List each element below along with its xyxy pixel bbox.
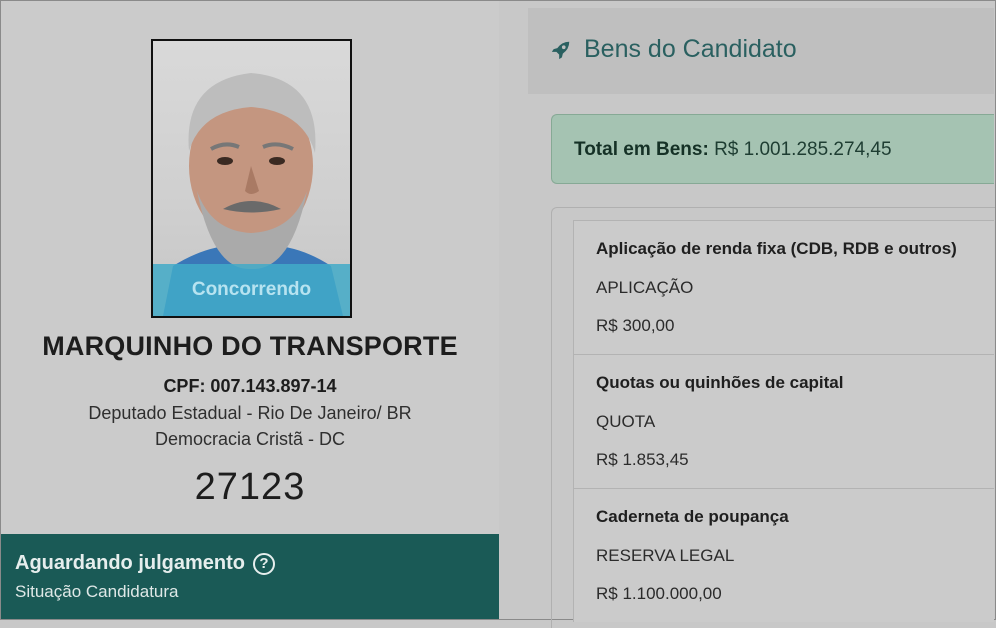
total-assets-value: R$ 1.001.285.274,45	[714, 139, 892, 160]
asset-item: Quotas ou quinhões de capital QUOTA R$ 1…	[573, 354, 994, 488]
asset-value: R$ 1.853,45	[596, 450, 689, 469]
candidate-photo: Concorrendo	[151, 39, 352, 318]
asset-type: Caderneta de poupança	[596, 507, 789, 526]
asset-description: QUOTA	[596, 412, 656, 431]
assets-header: Bens do Candidato	[528, 8, 994, 94]
asset-description: APLICAÇÃO	[596, 278, 694, 297]
situation-label: Situação Candidatura	[15, 582, 179, 601]
candidate-party: Democracia Cristã - DC	[154, 429, 346, 449]
candidacy-situation-box: Aguardando julgamento ? Situação Candida…	[1, 534, 499, 619]
asset-type: Aplicação de renda fixa (CDB, RDB e outr…	[596, 239, 957, 258]
situation-status: Aguardando julgamento ?	[15, 552, 275, 575]
asset-item: Caderneta de poupança RESERVA LEGAL R$ 1…	[573, 488, 994, 622]
total-assets-label: Total em Bens:	[574, 139, 709, 160]
candidate-office: Deputado Estadual - Rio De Janeiro/ BR	[88, 403, 412, 423]
asset-type: Quotas ou quinhões de capital	[596, 373, 844, 392]
assets-title-text: Bens do Candidato	[584, 35, 797, 63]
help-icon[interactable]: ?	[253, 552, 275, 575]
candidate-number: 27123	[194, 466, 306, 508]
total-assets-box: Total em Bens: R$ 1.001.285.274,45	[551, 114, 994, 184]
rocket-icon	[551, 41, 570, 59]
asset-value: R$ 300,00	[596, 316, 675, 335]
candidate-status-ribbon: Concorrendo	[153, 264, 350, 316]
assets-title: Bens do Candidato	[550, 35, 797, 64]
asset-value: R$ 1.100.000,00	[596, 584, 722, 603]
asset-item: Aplicação de renda fixa (CDB, RDB e outr…	[573, 220, 994, 354]
candidate-name: MARQUINHO DO TRANSPORTE	[42, 331, 458, 361]
situation-status-text: Aguardando julgamento	[15, 552, 245, 574]
asset-description: RESERVA LEGAL	[596, 546, 735, 565]
candidate-cpf: CPF: 007.143.897-14	[163, 376, 337, 396]
candidate-panel: Concorrendo MARQUINHO DO TRANSPORTE CPF:…	[1, 1, 499, 619]
